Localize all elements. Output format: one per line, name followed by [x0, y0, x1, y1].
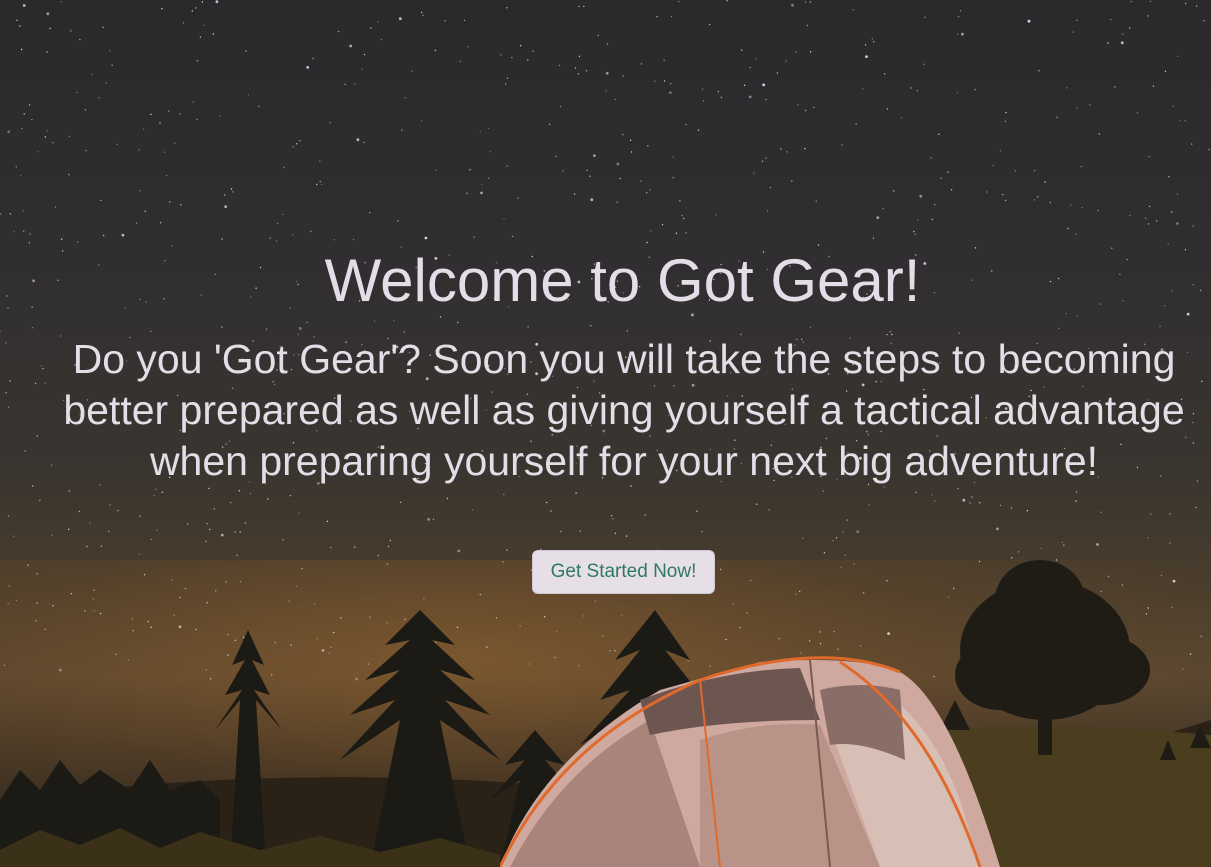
hero-subtitle: Do you 'Got Gear'? Soon you will take th…: [63, 336, 1185, 484]
tree-right: [955, 560, 1150, 755]
page-title: Welcome to Got Gear!: [324, 247, 921, 314]
get-started-button[interactable]: Get Started Now!: [532, 550, 715, 594]
hero-section: Welcome to Got Gear! Do you 'Got Gear'? …: [0, 0, 1211, 867]
tent: [498, 656, 1000, 867]
